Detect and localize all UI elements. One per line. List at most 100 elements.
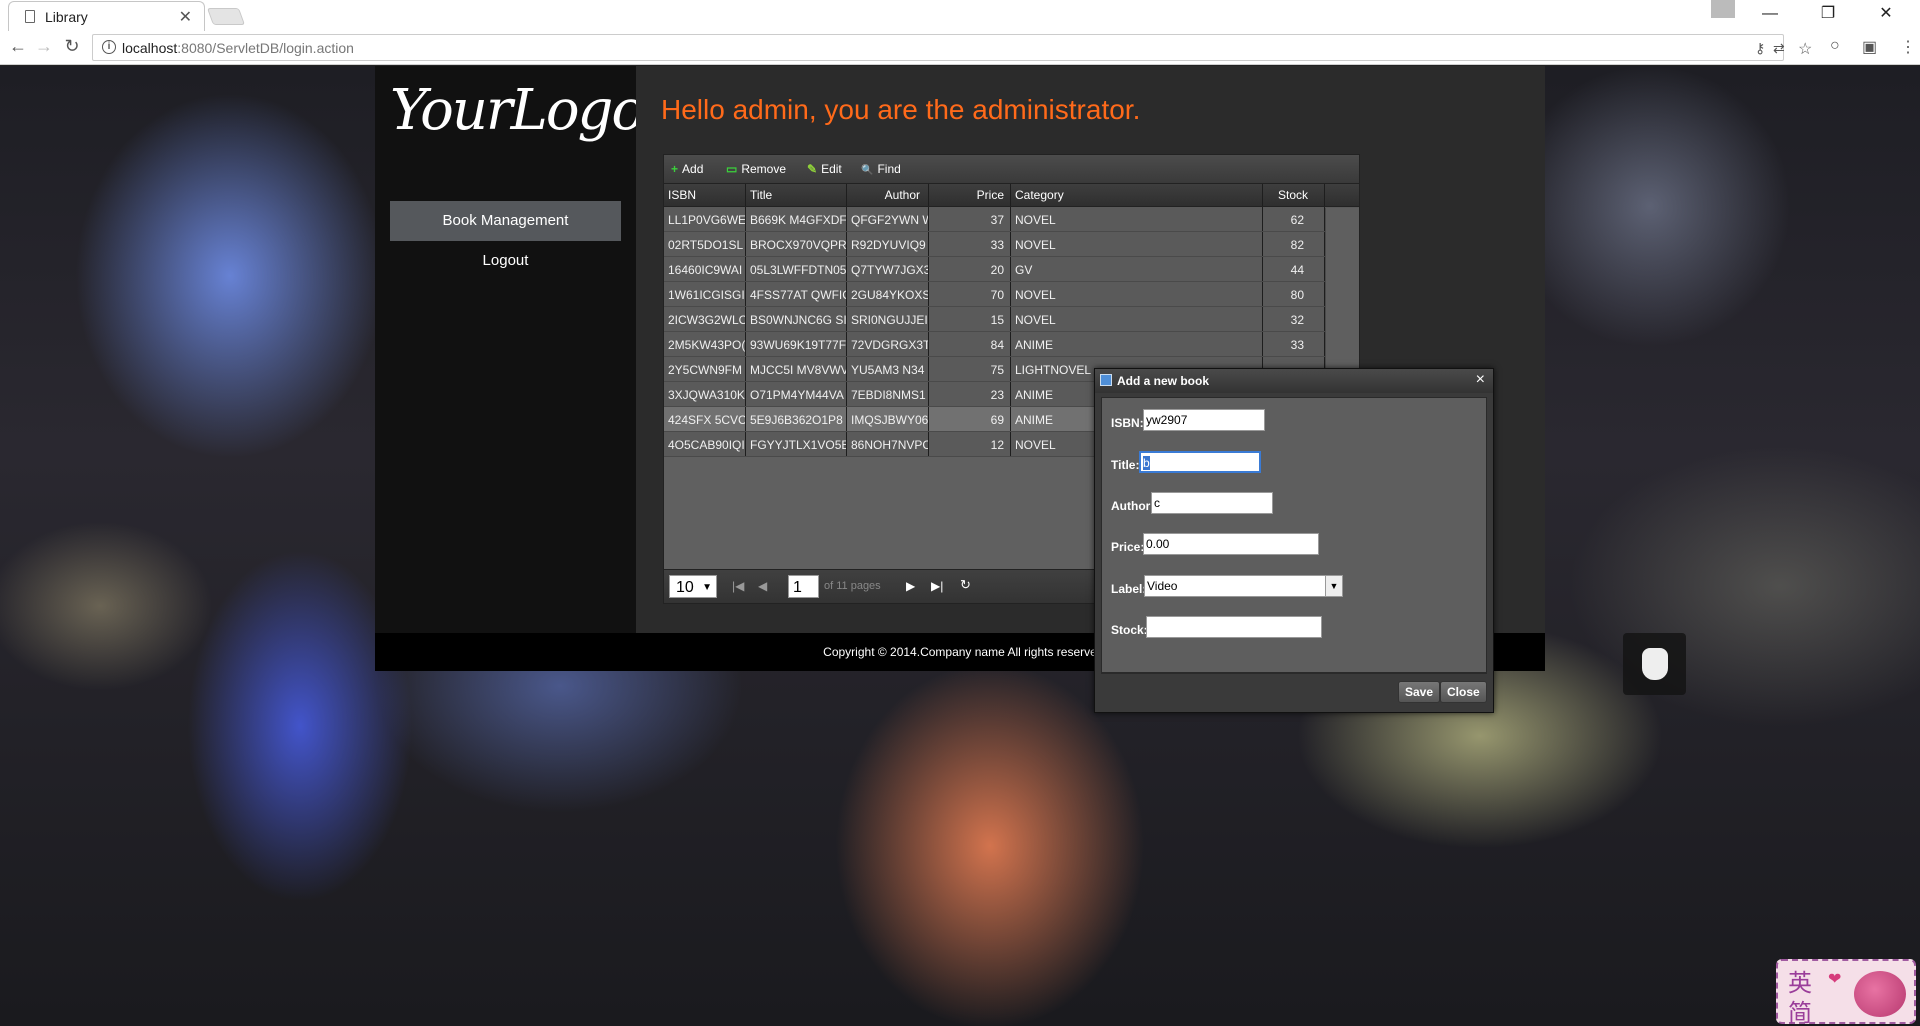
url-path: :8080/ServletDB/login.action — [177, 40, 354, 56]
extension-box-icon[interactable]: ▣ — [1862, 37, 1877, 57]
cell-stock: 32 — [1263, 307, 1325, 331]
cell-title: B669K M4GFXDF — [746, 207, 847, 231]
reload-icon[interactable]: ↻ — [60, 36, 84, 57]
prev-page-icon[interactable]: ◀ — [758, 579, 767, 593]
column-header-stock[interactable]: Stock — [1263, 184, 1325, 206]
forward-icon[interactable]: → — [32, 36, 56, 57]
title-field[interactable]: b — [1139, 451, 1261, 473]
next-page-icon[interactable]: ▶ — [906, 579, 915, 593]
cell-author: YU5AM3 N34 — [847, 357, 929, 381]
cell-category: ANIME — [1011, 332, 1263, 356]
cell-isbn: 1W61ICGISGI — [664, 282, 746, 306]
price-field[interactable]: 0.00 — [1143, 533, 1319, 555]
cell-price: 84 — [929, 332, 1011, 356]
browser-tab[interactable]: Library ✕ — [8, 1, 205, 31]
cell-price: 15 — [929, 307, 1011, 331]
cell-isbn: 4O5CAB90IQI — [664, 432, 746, 456]
table-row[interactable]: 2M5KW43PO(93WU69K19T77F 72VDGRGX3T 84 ANIME… — [664, 332, 1359, 357]
close-button[interactable]: Close — [1440, 681, 1487, 703]
cell-category: GV — [1011, 257, 1263, 281]
ime-widget[interactable]: 英 ❤ 简 — [1776, 959, 1916, 1026]
column-header-isbn[interactable]: ISBN — [664, 184, 746, 206]
cell-category: NOVEL — [1011, 232, 1263, 256]
cell-category: NOVEL — [1011, 307, 1263, 331]
cell-title: MJCC5I MV8VWV — [746, 357, 847, 381]
heart-icon: ❤ — [1828, 971, 1842, 988]
cell-price: 75 — [929, 357, 1011, 381]
sidebar: YourLogo Book Management Logout — [375, 66, 645, 633]
cell-author: 2GU84YKOXS — [847, 282, 929, 306]
isbn-field[interactable]: yw2907 — [1143, 409, 1265, 431]
tab-title: Library — [45, 9, 88, 25]
cell-price: 20 — [929, 257, 1011, 281]
url-text: localhost:8080/ServletDB/login.action — [122, 40, 354, 56]
star-icon[interactable]: ☆ — [1798, 39, 1812, 59]
dialog-titlebar[interactable]: Add a new book × — [1095, 369, 1493, 393]
dialog-close-icon[interactable]: × — [1476, 371, 1485, 389]
author-field[interactable]: c — [1151, 492, 1273, 514]
isbn-label: ISBN: — [1111, 416, 1144, 430]
extension-circle-icon[interactable]: ○ — [1830, 37, 1840, 55]
column-header-category[interactable]: Category — [1011, 184, 1263, 206]
find-button[interactable]: 🔍 Find — [861, 162, 901, 176]
back-icon[interactable]: ← — [6, 36, 30, 57]
label-label: Label: — [1111, 582, 1147, 596]
refresh-icon[interactable]: ↻ — [960, 577, 971, 593]
table-row[interactable]: 02RT5DO1SL BROCX970VQPR R92DYUVIQ9 33 NOVEL 8… — [664, 232, 1359, 257]
label-select[interactable]: Video ▼ — [1144, 575, 1343, 597]
address-bar[interactable]: i localhost:8080/ServletDB/login.action … — [92, 34, 1785, 61]
plus-icon: + — [671, 162, 679, 176]
table-row[interactable]: 16460IC9WAI 05L3LWFFDTN05 Q7TYW7JGX3 20 GV 44 — [664, 257, 1359, 282]
table-row[interactable]: LL1P0VG6WE B669K M4GFXDF QFGF2YWN W 37 NOVEL… — [664, 207, 1359, 232]
add-label: Add — [682, 162, 704, 176]
label-value: Video — [1147, 579, 1178, 593]
restore-button[interactable]: ❐ — [1805, 0, 1851, 28]
stock-field[interactable] — [1146, 616, 1322, 638]
cell-price: 70 — [929, 282, 1011, 306]
translate-icon[interactable]: ⇄ — [1773, 40, 1785, 57]
cell-isbn: 424SFX 5CVC — [664, 407, 746, 431]
edit-button[interactable]: ✎ Edit — [807, 162, 842, 176]
cell-stock: 82 — [1263, 232, 1325, 256]
last-page-icon[interactable]: ▶| — [931, 579, 943, 593]
floating-mouse-button[interactable] — [1623, 633, 1686, 695]
cell-title: FGYYJTLX1VO5E — [746, 432, 847, 456]
page-number-input[interactable]: 1 — [788, 575, 819, 598]
cell-author: 7EBDI8NMS1 — [847, 382, 929, 406]
search-icon: 🔍 — [861, 165, 874, 176]
title-label: Title: — [1111, 458, 1140, 472]
save-button[interactable]: Save — [1398, 681, 1441, 703]
info-icon[interactable]: i — [102, 40, 116, 54]
browser-toolbar: ← → ↻ i localhost:8080/ServletDB/login.a… — [0, 31, 1920, 65]
window-close-button[interactable]: ✕ — [1863, 0, 1909, 28]
ime-char-simplified: 简 — [1788, 999, 1812, 1026]
cell-title: BS0WNJNC6G SI — [746, 307, 847, 331]
menu-icon[interactable]: ⋮ — [1900, 37, 1916, 57]
minimize-button[interactable]: — — [1747, 0, 1793, 28]
add-button[interactable]: + Add — [671, 162, 703, 176]
key-icon[interactable]: ⚷ — [1755, 40, 1765, 57]
chevron-down-icon: ▼ — [1325, 576, 1342, 596]
cell-isbn: 2Y5CWN9FM — [664, 357, 746, 381]
author-label: Author: — [1111, 499, 1155, 513]
table-row[interactable]: 1W61ICGISGI 4FSS77AT QWFIC 2GU84YKOXS 70 NOV… — [664, 282, 1359, 307]
column-header-author[interactable]: Author — [847, 184, 929, 206]
new-tab-button[interactable] — [206, 8, 246, 25]
cell-title: 05L3LWFFDTN05 — [746, 257, 847, 281]
cell-isbn: 3XJQWA310K — [664, 382, 746, 406]
cell-author: QFGF2YWN W — [847, 207, 929, 231]
page-size-select[interactable]: 10 ▼ — [669, 575, 717, 598]
column-header-price[interactable]: Price — [929, 184, 1011, 206]
page-count-text: of 11 pages — [824, 580, 881, 592]
cell-title: BROCX970VQPR — [746, 232, 847, 256]
column-header-title[interactable]: Title — [746, 184, 847, 206]
tab-close-icon[interactable]: ✕ — [179, 7, 192, 27]
sidebar-item-book-management[interactable]: Book Management — [390, 201, 621, 241]
first-page-icon[interactable]: |◀ — [732, 579, 744, 593]
title-value: b — [1143, 456, 1150, 470]
stock-label: Stock: — [1111, 623, 1148, 637]
sidebar-item-logout[interactable]: Logout — [390, 241, 621, 281]
remove-button[interactable]: ▭ Remove — [726, 162, 786, 176]
table-row[interactable]: 2ICW3G2WLC BS0WNJNC6G SI SRI0NGUJJEI 15 NOVE… — [664, 307, 1359, 332]
profile-icon[interactable] — [1711, 0, 1735, 18]
